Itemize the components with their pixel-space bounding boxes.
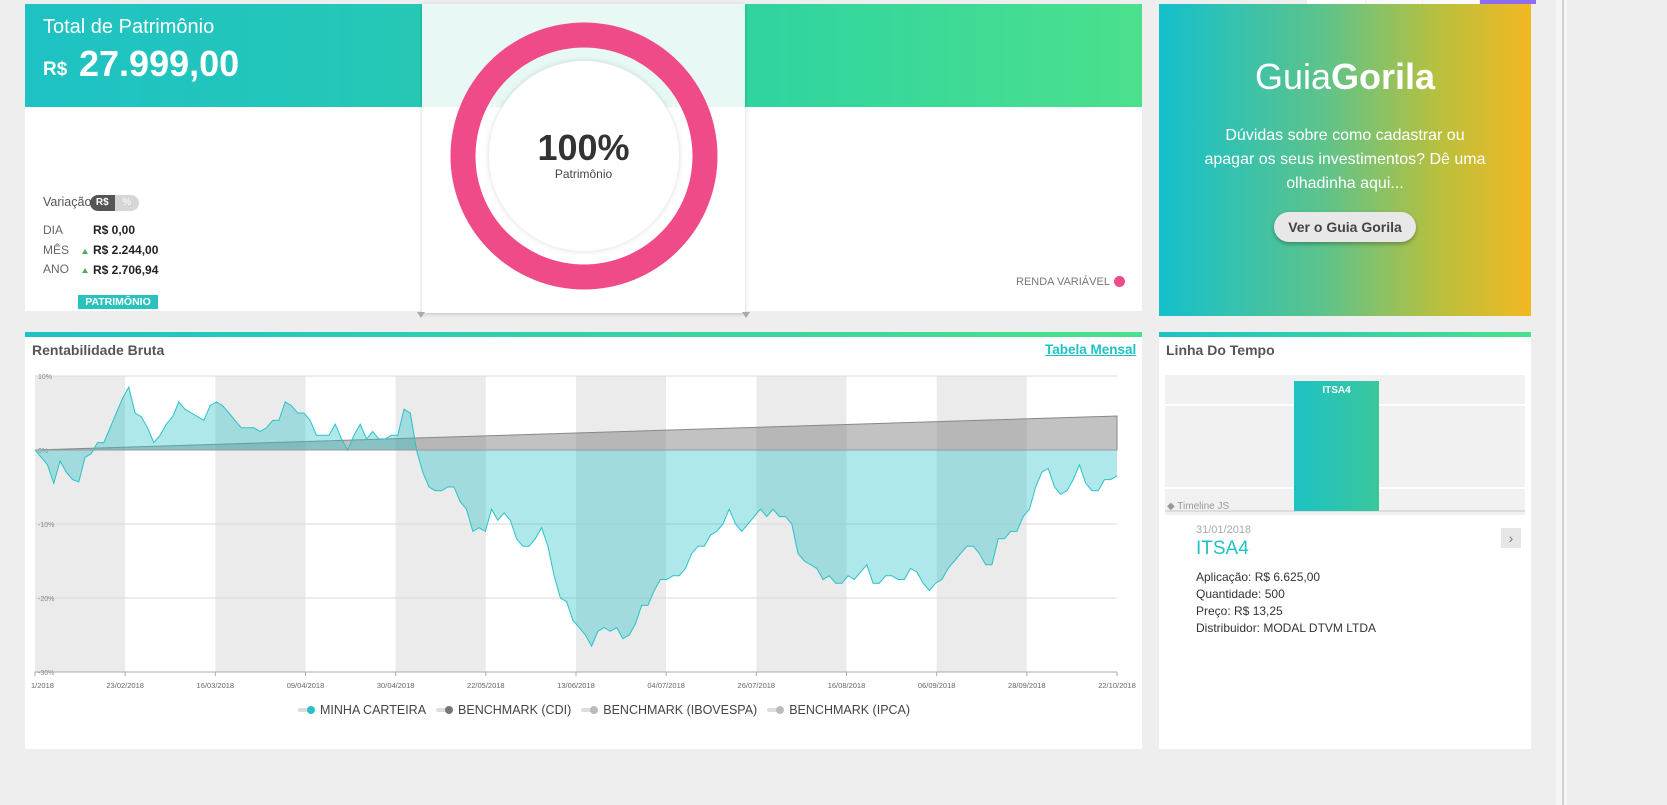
ver-guia-gorila-button[interactable]: Ver o Guia Gorila — [1274, 212, 1416, 242]
top-tab[interactable] — [1307, 0, 1365, 4]
x-tick-label: 1/2018 — [31, 681, 54, 690]
x-tick-label: 23/02/2018 — [106, 681, 144, 690]
guia-gorila-description: Dúvidas sobre como cadastrar ou apagar o… — [1204, 127, 1486, 192]
legend-toggle-icon[interactable] — [767, 706, 787, 714]
event-distribuidor: Distribuidor: MODAL DTVM LTDA — [1196, 621, 1377, 635]
x-tick-label: 22/10/2018 — [1098, 681, 1136, 690]
y-tick-label: -10% — [38, 522, 54, 529]
legend-benchmark-ibovespa[interactable]: BENCHMARK (IBOVESPA) — [581, 703, 757, 717]
variacao-mes-value: R$ 2.244,00 — [93, 243, 159, 257]
toggle-percent-option[interactable]: % — [114, 195, 139, 211]
timeline-event-label: ITSA4 — [1322, 385, 1351, 396]
event-date: 31/01/2018 — [1196, 524, 1252, 536]
y-tick-label: 10% — [38, 374, 52, 381]
x-tick-label: 16/03/2018 — [197, 681, 235, 690]
x-tick-label: 13/06/2018 — [557, 681, 595, 690]
trend-up-icon — [82, 268, 88, 273]
legend-benchmark-ipca[interactable]: BENCHMARK (IPCA) — [767, 703, 910, 717]
variacao-ano-label: ANO — [43, 262, 70, 276]
event-preco: Preço: R$ 13,25 — [1196, 604, 1283, 618]
variacao-dia-label: DIA — [43, 223, 64, 237]
guia-gorila-logo: GuiaGorila — [1159, 56, 1531, 98]
event-ticker: ITSA4 — [1196, 538, 1249, 559]
trend-up-icon — [82, 249, 88, 254]
logo-gorila-text: Gorila — [1331, 56, 1436, 97]
legend-benchmark-cdi[interactable]: BENCHMARK (CDI) — [436, 703, 571, 717]
legend-label: BENCHMARK (IPCA) — [789, 703, 911, 717]
chart-legend: MINHA CARTEIRA BENCHMARK (CDI) BENCHMARK… — [298, 703, 910, 717]
tabela-mensal-link[interactable]: Tabela Mensal — [1045, 342, 1136, 357]
patrimonio-header-band-right — [745, 4, 1142, 107]
logo-guia-text: Guia — [1254, 56, 1331, 97]
legend-label: BENCHMARK (IBOVESPA) — [603, 703, 758, 717]
x-tick-label: 06/09/2018 — [918, 681, 956, 690]
total-currency: R$ — [43, 59, 68, 80]
total-patrimonio-value: 27.999,00 — [79, 43, 240, 84]
donut-subtitle: Patrimônio — [554, 167, 613, 181]
chevron-right-icon[interactable]: › — [1501, 528, 1521, 548]
top-tab-active[interactable] — [1480, 0, 1536, 4]
variacao-ano-value: R$ 2.706,94 — [93, 263, 159, 277]
x-tick-label: 22/05/2018 — [467, 681, 505, 690]
variacao-label: Variação — [43, 195, 92, 209]
top-tab[interactable] — [1366, 0, 1422, 4]
rentabilidade-title: Rentabilidade Bruta — [32, 342, 165, 358]
legend-toggle-icon[interactable] — [581, 706, 601, 714]
linha-do-tempo-title: Linha Do Tempo — [1166, 342, 1275, 358]
scrollbar-track — [1562, 0, 1564, 805]
event-aplicacao: Aplicação: R$ 6.625,00 — [1196, 570, 1321, 584]
patrimonio-badge[interactable]: PATRIMÔNIO — [78, 295, 158, 309]
event-quantidade: Quantidade: 500 — [1196, 587, 1285, 601]
legend-toggle-icon[interactable] — [436, 706, 456, 714]
x-tick-label: 30/04/2018 — [377, 681, 415, 690]
linha-do-tempo-top-bar — [1159, 332, 1531, 337]
x-tick-label: 09/04/2018 — [287, 681, 325, 690]
legend-renda-variavel-dot — [1114, 276, 1125, 287]
variacao-toggle[interactable]: R$ % — [90, 195, 139, 211]
x-tick-label: 28/09/2018 — [1008, 681, 1046, 690]
x-tick-label: 04/07/2018 — [647, 681, 685, 690]
legend-toggle-icon[interactable] — [298, 706, 318, 714]
top-tab[interactable] — [1423, 0, 1479, 4]
donut-percent: 100% — [537, 127, 630, 168]
legend-renda-variavel-label: RENDA VARIÁVEL — [1016, 276, 1110, 288]
total-patrimonio-title: Total de Patrimônio — [43, 16, 215, 38]
x-tick-label: 26/07/2018 — [738, 681, 776, 690]
variacao-mes-label: MÊS — [43, 243, 70, 257]
y-tick-label: -20% — [38, 596, 54, 603]
x-tick-label: 16/08/2018 — [828, 681, 866, 690]
variacao-dia-value: R$ 0,00 — [93, 223, 136, 237]
timeline-js-credit: ◆ Timeline JS — [1167, 501, 1230, 512]
rentabilidade-top-bar — [25, 332, 1142, 337]
toggle-rs-option[interactable]: R$ — [90, 195, 115, 211]
rentabilidade-chart[interactable]: 10%0%-10%-20%-30%1/201823/02/201816/03/2… — [25, 362, 1142, 702]
legend-label: BENCHMARK (CDI) — [458, 703, 572, 717]
timeline-event-bar[interactable] — [1294, 381, 1379, 511]
legend-minha-carteira[interactable]: MINHA CARTEIRA — [298, 703, 426, 717]
legend-label: MINHA CARTEIRA — [320, 703, 427, 717]
y-tick-label: -30% — [38, 670, 54, 677]
